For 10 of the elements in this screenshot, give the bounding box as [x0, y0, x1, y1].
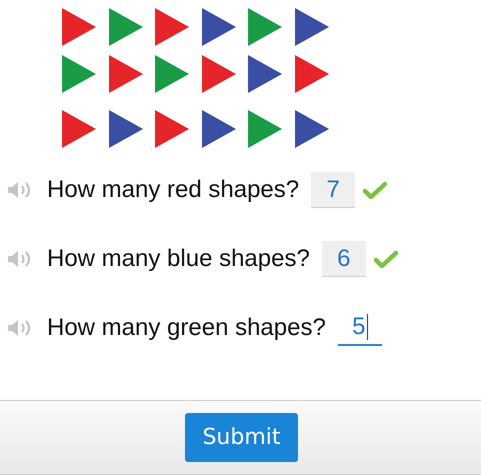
- submit-button[interactable]: Submit: [185, 413, 298, 462]
- speaker-icon[interactable]: [7, 250, 33, 268]
- speaker-icon[interactable]: [7, 319, 33, 337]
- question-text: How many green shapes?: [47, 314, 326, 342]
- text-cursor: [366, 314, 368, 340]
- speaker-icon[interactable]: [7, 181, 33, 199]
- question-text: How many red shapes?: [47, 176, 300, 204]
- answer-field[interactable]: 7: [311, 172, 356, 208]
- answer-field[interactable]: 6: [322, 241, 366, 277]
- question-text: How many blue shapes?: [47, 245, 310, 273]
